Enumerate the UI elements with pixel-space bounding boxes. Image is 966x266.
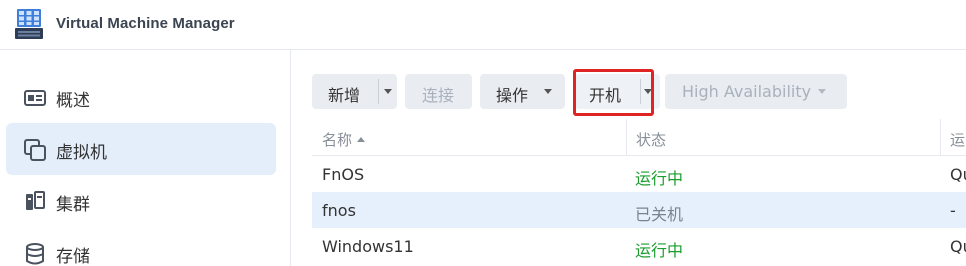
cluster-icon (26, 191, 45, 210)
chevron-down-icon (818, 89, 826, 94)
sidebar-item-overview[interactable]: 概述 (6, 71, 276, 123)
title-bar: Virtual Machine Manager (0, 0, 966, 50)
main-panel: 新增 连接 操作 开机 High Availability 名称 状态 运 Fn… (292, 50, 966, 266)
copy-squares-icon (24, 139, 46, 161)
column-header-name[interactable]: 名称 (322, 129, 366, 150)
action-dropdown-button[interactable]: 操作 (480, 74, 565, 109)
sidebar-item-label: 概述 (56, 91, 90, 111)
column-header-extra[interactable]: 运 (950, 129, 965, 150)
add-split-button[interactable]: 新增 (312, 74, 397, 109)
connect-button-label: 连接 (422, 86, 455, 105)
action-button-label: 操作 (496, 86, 529, 105)
table-row[interactable]: FnOS 运行中 Qu (312, 156, 966, 192)
split-divider (378, 79, 379, 104)
sidebar-item-label: 虚拟机 (56, 143, 107, 163)
column-divider[interactable] (940, 119, 941, 156)
sidebar-item-storage[interactable]: 存储 (6, 227, 276, 266)
chevron-down-icon[interactable] (384, 89, 392, 94)
sidebar: 概述 虚拟机 集群 存储 (0, 50, 291, 266)
table-row[interactable]: fnos 已关机 - (312, 192, 966, 228)
overview-card-icon (24, 90, 46, 106)
vmm-grid-icon (15, 9, 43, 39)
sidebar-item-label: 集群 (56, 195, 90, 215)
vm-extra: Qu (950, 165, 966, 184)
table-row[interactable]: Windows11 运行中 Qu (312, 228, 966, 264)
column-header-status[interactable]: 状态 (636, 129, 666, 150)
vm-status: 运行中 (635, 241, 684, 260)
vm-name: Windows11 (322, 237, 414, 256)
vm-status: 运行中 (635, 169, 684, 188)
sort-ascending-icon (357, 137, 366, 142)
sidebar-item-virtual-machines[interactable]: 虚拟机 (6, 123, 276, 175)
column-header-label: 名称 (322, 131, 353, 149)
column-divider[interactable] (626, 119, 627, 156)
vm-extra: Qu (950, 237, 966, 256)
add-button-label: 新增 (328, 86, 361, 105)
vm-status: 已关机 (635, 205, 684, 224)
high-availability-dropdown[interactable]: High Availability (665, 74, 847, 109)
ha-button-label: High Availability (682, 82, 812, 101)
sidebar-item-cluster[interactable]: 集群 (6, 175, 276, 227)
highlight-box (573, 69, 654, 116)
app-title: Virtual Machine Manager (56, 15, 235, 32)
connect-button[interactable]: 连接 (405, 74, 472, 109)
vm-name: fnos (322, 201, 356, 220)
sidebar-item-label: 存储 (56, 247, 90, 266)
vm-extra: - (950, 201, 956, 220)
vm-name: FnOS (322, 165, 365, 184)
chevron-down-icon (544, 89, 552, 94)
table-header: 名称 状态 运 (312, 119, 966, 156)
database-icon (26, 243, 44, 265)
